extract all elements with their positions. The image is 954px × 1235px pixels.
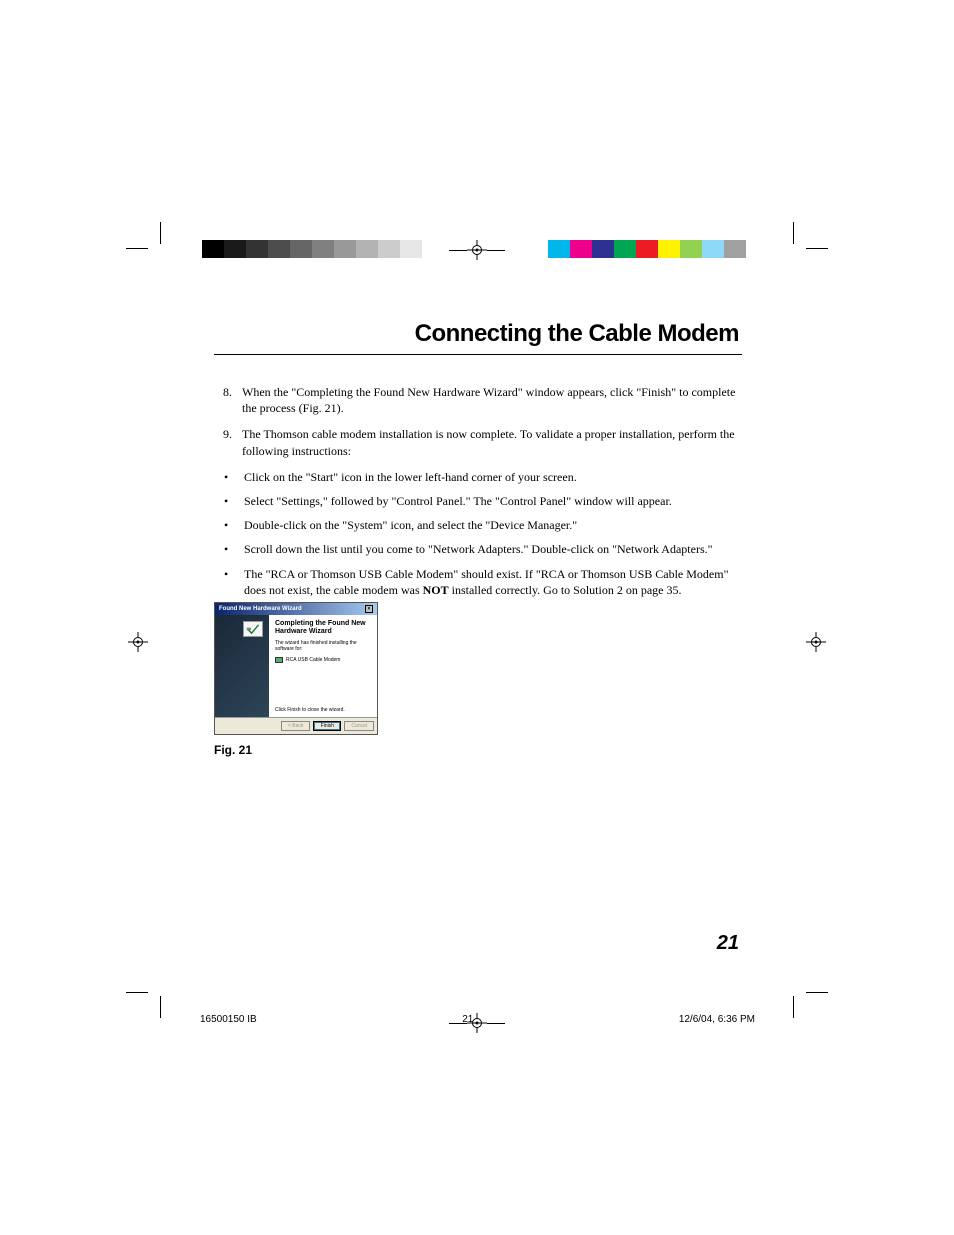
wizard-titlebar-text: Found New Hardware Wizard: [219, 606, 302, 612]
list-number: 8.: [214, 384, 242, 416]
list-text: When the "Completing the Found New Hardw…: [242, 384, 742, 416]
list-text: Scroll down the list until you come to "…: [244, 541, 742, 557]
wizard-sidebar: [215, 615, 269, 717]
list-item: 8. When the "Completing the Found New Ha…: [214, 384, 742, 416]
crop-mark: [806, 992, 828, 993]
cancel-button[interactable]: Cancel: [344, 721, 374, 731]
wizard-subtext: The wizard has finished installing the s…: [275, 640, 371, 652]
bullet-icon: •: [224, 517, 244, 533]
registration-mark-right: [806, 632, 826, 652]
figure-21: Found New Hardware Wizard × Completing t…: [214, 602, 378, 757]
list-text: Click on the "Start" icon in the lower l…: [244, 469, 742, 485]
bullet-icon: •: [224, 566, 244, 598]
list-item: • Select "Settings," followed by "Contro…: [214, 493, 742, 509]
list-item: 9. The Thomson cable modem installation …: [214, 426, 742, 458]
crop-mark: [126, 248, 148, 249]
text-fragment: installed correctly. Go to Solution 2 on…: [449, 583, 682, 597]
wizard-content: Completing the Found New Hardware Wizard…: [269, 615, 377, 717]
footer-sheet: 21: [462, 1014, 473, 1025]
hardware-icon: [243, 621, 263, 637]
figure-caption: Fig. 21: [214, 743, 378, 757]
finish-button[interactable]: Finish: [313, 721, 341, 731]
crop-mark: [793, 222, 794, 244]
text-bold: NOT: [423, 583, 449, 597]
gray-swatch-row: [202, 240, 422, 258]
list-item: • Click on the "Start" icon in the lower…: [214, 469, 742, 485]
footer-date: 12/6/04, 6:36 PM: [679, 1014, 755, 1025]
list-item: • Double-click on the "System" icon, and…: [214, 517, 742, 533]
back-button[interactable]: < Back: [281, 721, 310, 731]
body-content: 8. When the "Completing the Found New Ha…: [214, 384, 742, 606]
list-text: The "RCA or Thomson USB Cable Modem" sho…: [244, 566, 742, 598]
wizard-button-row: < Back Finish Cancel: [215, 717, 377, 734]
wizard-window: Found New Hardware Wizard × Completing t…: [214, 602, 378, 735]
device-icon: [275, 657, 283, 663]
page-title: Connecting the Cable Modem: [415, 320, 739, 348]
crop-mark: [160, 996, 161, 1018]
bullet-icon: •: [224, 541, 244, 557]
wizard-device-name: RCA USB Cable Modem: [286, 657, 340, 663]
bullet-icon: •: [224, 469, 244, 485]
list-text: Double-click on the "System" icon, and s…: [244, 517, 742, 533]
list-text: The Thomson cable modem installation is …: [242, 426, 742, 458]
list-item: • Scroll down the list until you come to…: [214, 541, 742, 557]
wizard-hint: Click Finish to close the wizard.: [275, 707, 345, 713]
list-text: Select "Settings," followed by "Control …: [244, 493, 742, 509]
crop-mark: [160, 222, 161, 244]
bullet-icon: •: [224, 493, 244, 509]
print-footer: 16500150 IB 21 12/6/04, 6:36 PM: [200, 1014, 755, 1025]
wizard-titlebar: Found New Hardware Wizard ×: [215, 603, 377, 615]
crop-mark: [806, 248, 828, 249]
registration-mark-top: [467, 240, 487, 260]
list-number: 9.: [214, 426, 242, 458]
color-swatch-row: [548, 240, 746, 258]
crop-mark: [126, 992, 148, 993]
close-icon[interactable]: ×: [365, 605, 373, 613]
list-item: • The "RCA or Thomson USB Cable Modem" s…: [214, 566, 742, 598]
crop-mark: [793, 996, 794, 1018]
page-number: 21: [717, 932, 739, 955]
wizard-heading: Completing the Found New Hardware Wizard: [275, 620, 371, 637]
title-rule: [214, 354, 742, 355]
footer-doc: 16500150 IB: [200, 1014, 257, 1025]
registration-mark-left: [128, 632, 148, 652]
